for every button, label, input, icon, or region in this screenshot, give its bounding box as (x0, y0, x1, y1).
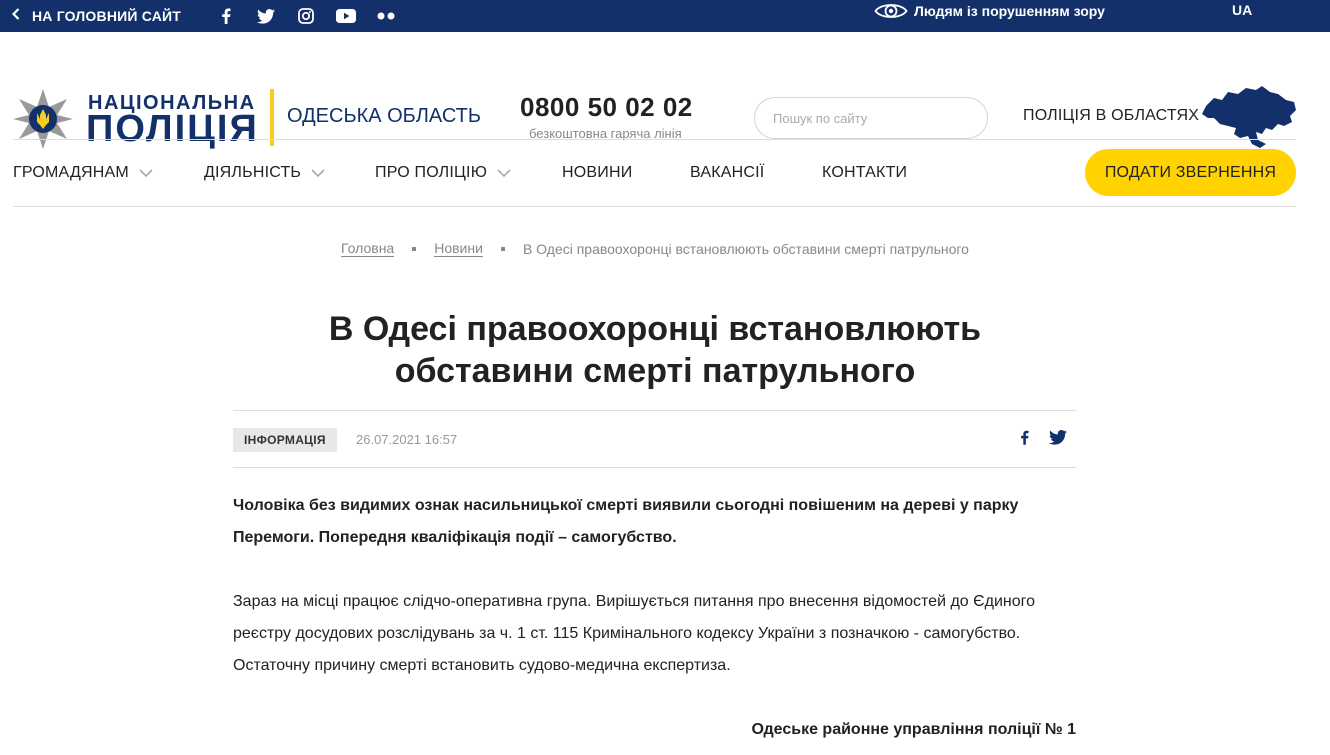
breadcrumb-separator (412, 246, 417, 251)
nav-item-activity[interactable]: ДІЯЛЬНІСТЬ (204, 164, 325, 182)
accessibility-label: Людям із порушенням зору (914, 3, 1105, 19)
logo-divider (270, 89, 274, 146)
nav-label: КОНТАКТИ (822, 164, 908, 181)
twitter-share-icon[interactable] (1049, 430, 1067, 450)
nav-item-about[interactable]: ПРО ПОЛІЦІЮ (375, 164, 511, 182)
main-site-label: НА ГОЛОВНИЙ САЙТ (32, 8, 182, 24)
article-body: Чоловіка без видимих ознак насильницької… (233, 490, 1076, 746)
submit-appeal-button[interactable]: ПОДАТИ ЗВЕРНЕННЯ (1085, 149, 1296, 196)
breadcrumb-current: В Одесі правоохоронці встановлюють обста… (522, 240, 969, 257)
share-buttons (1020, 430, 1067, 450)
top-bar: НА ГОЛОВНИЙ САЙТ Людям із порушенням зор… (0, 0, 1330, 32)
regions-link[interactable]: ПОЛІЦІЯ В ОБЛАСТЯХ (1023, 107, 1199, 125)
publish-date: 26.07.2021 16:57 (356, 432, 458, 447)
main-nav: ГРОМАДЯНАМ ДІЯЛЬНІСТЬ ПРО ПОЛІЦІЮ НОВИНИ… (0, 140, 1330, 206)
twitter-icon[interactable] (256, 6, 276, 26)
category-badge[interactable]: ІНФОРМАЦІЯ (233, 428, 337, 452)
nav-divider (13, 206, 1296, 207)
search-input[interactable] (754, 97, 988, 139)
main-site-link[interactable]: НА ГОЛОВНИЙ САЙТ (11, 0, 182, 32)
nav-item-contacts[interactable]: КОНТАКТИ (822, 164, 907, 182)
article-title-line1: В Одесі правоохоронці встановлюють (328, 310, 982, 348)
instagram-icon[interactable] (296, 6, 316, 26)
youtube-icon[interactable] (336, 6, 356, 26)
accessibility-link[interactable]: Людям із порушенням зору (874, 0, 1105, 22)
article-title-line2: обставини смерті патрульного (394, 352, 916, 390)
language-switch[interactable]: UA (1232, 2, 1252, 18)
article-signature: Одеське районне управління поліції № 1 (751, 721, 1076, 738)
nav-label: НОВИНИ (562, 164, 633, 181)
hotline-phone[interactable]: 0800 50 02 02 (520, 92, 693, 123)
nav-label: ВАКАНСІЇ (690, 164, 765, 181)
nav-item-news[interactable]: НОВИНИ (562, 164, 632, 182)
article-lead: Чоловіка без видимих ознак насильницької… (233, 497, 1019, 546)
chevron-down-icon (311, 169, 325, 177)
social-links (216, 0, 396, 32)
chevron-down-icon (139, 169, 153, 177)
breadcrumb-home[interactable]: Головна (341, 240, 395, 257)
site-header: НАЦІОНАЛЬНА ПОЛІЦІЯ ОДЕСЬКА ОБЛАСТЬ 0800… (0, 32, 1330, 150)
meta-divider-top (233, 410, 1076, 411)
nav-label: ГРОМАДЯНАМ (13, 164, 129, 181)
nav-item-citizens[interactable]: ГРОМАДЯНАМ (13, 164, 153, 182)
nav-label: ПРО ПОЛІЦІЮ (375, 164, 488, 181)
facebook-icon[interactable] (216, 6, 236, 26)
chevron-down-icon (497, 169, 511, 177)
breadcrumb: Головна Новини В Одесі правоохоронці вст… (0, 240, 1310, 257)
meta-divider-bottom (233, 467, 1076, 468)
flickr-icon[interactable] (376, 6, 396, 26)
nav-item-vacancies[interactable]: ВАКАНСІЇ (690, 164, 764, 182)
chevron-left-icon (11, 7, 20, 25)
article-title: В Одесі правоохоронці встановлюють обста… (240, 308, 1070, 392)
eye-icon (874, 4, 908, 18)
breadcrumb-news[interactable]: Новини (434, 240, 483, 257)
nav-label: ДІЯЛЬНІСТЬ (204, 164, 302, 181)
article-paragraph: Зараз на місці працює слідчо-оперативна … (233, 593, 1036, 674)
facebook-share-icon[interactable] (1020, 430, 1029, 450)
breadcrumb-separator (500, 246, 505, 251)
region-name[interactable]: ОДЕСЬКА ОБЛАСТЬ (287, 105, 481, 128)
